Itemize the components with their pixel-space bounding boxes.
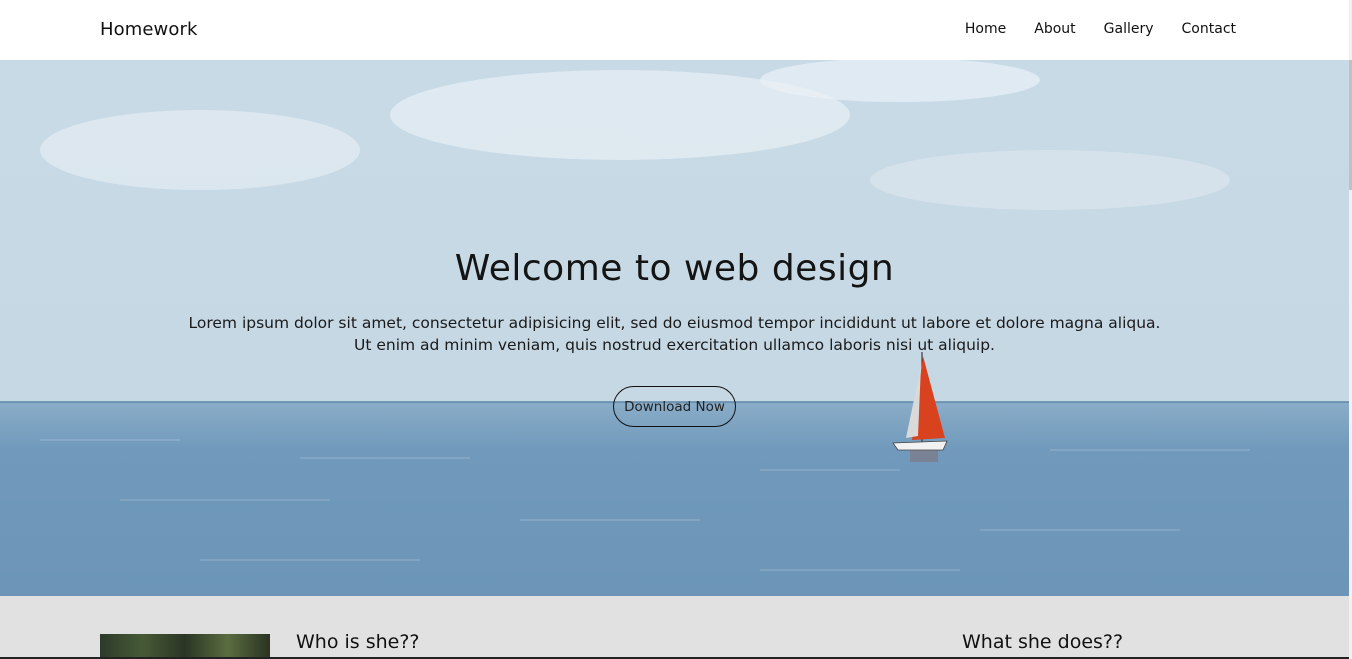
hero-section: Welcome to web design Lorem ipsum dolor … [0, 60, 1349, 596]
who-heading: Who is she?? [296, 631, 420, 653]
what-heading: What she does?? [962, 631, 1124, 653]
main-nav: Home About Gallery Contact [937, 21, 1236, 37]
hero-description-line1: Lorem ipsum dolor sit amet, consectetur … [188, 314, 1161, 332]
nav-about-link[interactable]: About [1034, 21, 1075, 37]
profile-image [100, 634, 270, 659]
top-navbar: Homework Home About Gallery Contact [0, 0, 1349, 60]
download-now-button[interactable]: Download Now [613, 386, 736, 427]
about-section: Who is she?? What she does?? [0, 596, 1349, 659]
nav-gallery-link[interactable]: Gallery [1104, 21, 1154, 37]
brand-logo-text[interactable]: Homework [100, 19, 198, 40]
hero-title: Welcome to web design [454, 248, 895, 289]
hero-description: Lorem ipsum dolor sit amet, consectetur … [0, 312, 1349, 356]
nav-home-link[interactable]: Home [965, 21, 1006, 37]
nav-contact-link[interactable]: Contact [1182, 21, 1236, 37]
hero-description-line2: Ut enim ad minim veniam, quis nostrud ex… [354, 336, 995, 354]
